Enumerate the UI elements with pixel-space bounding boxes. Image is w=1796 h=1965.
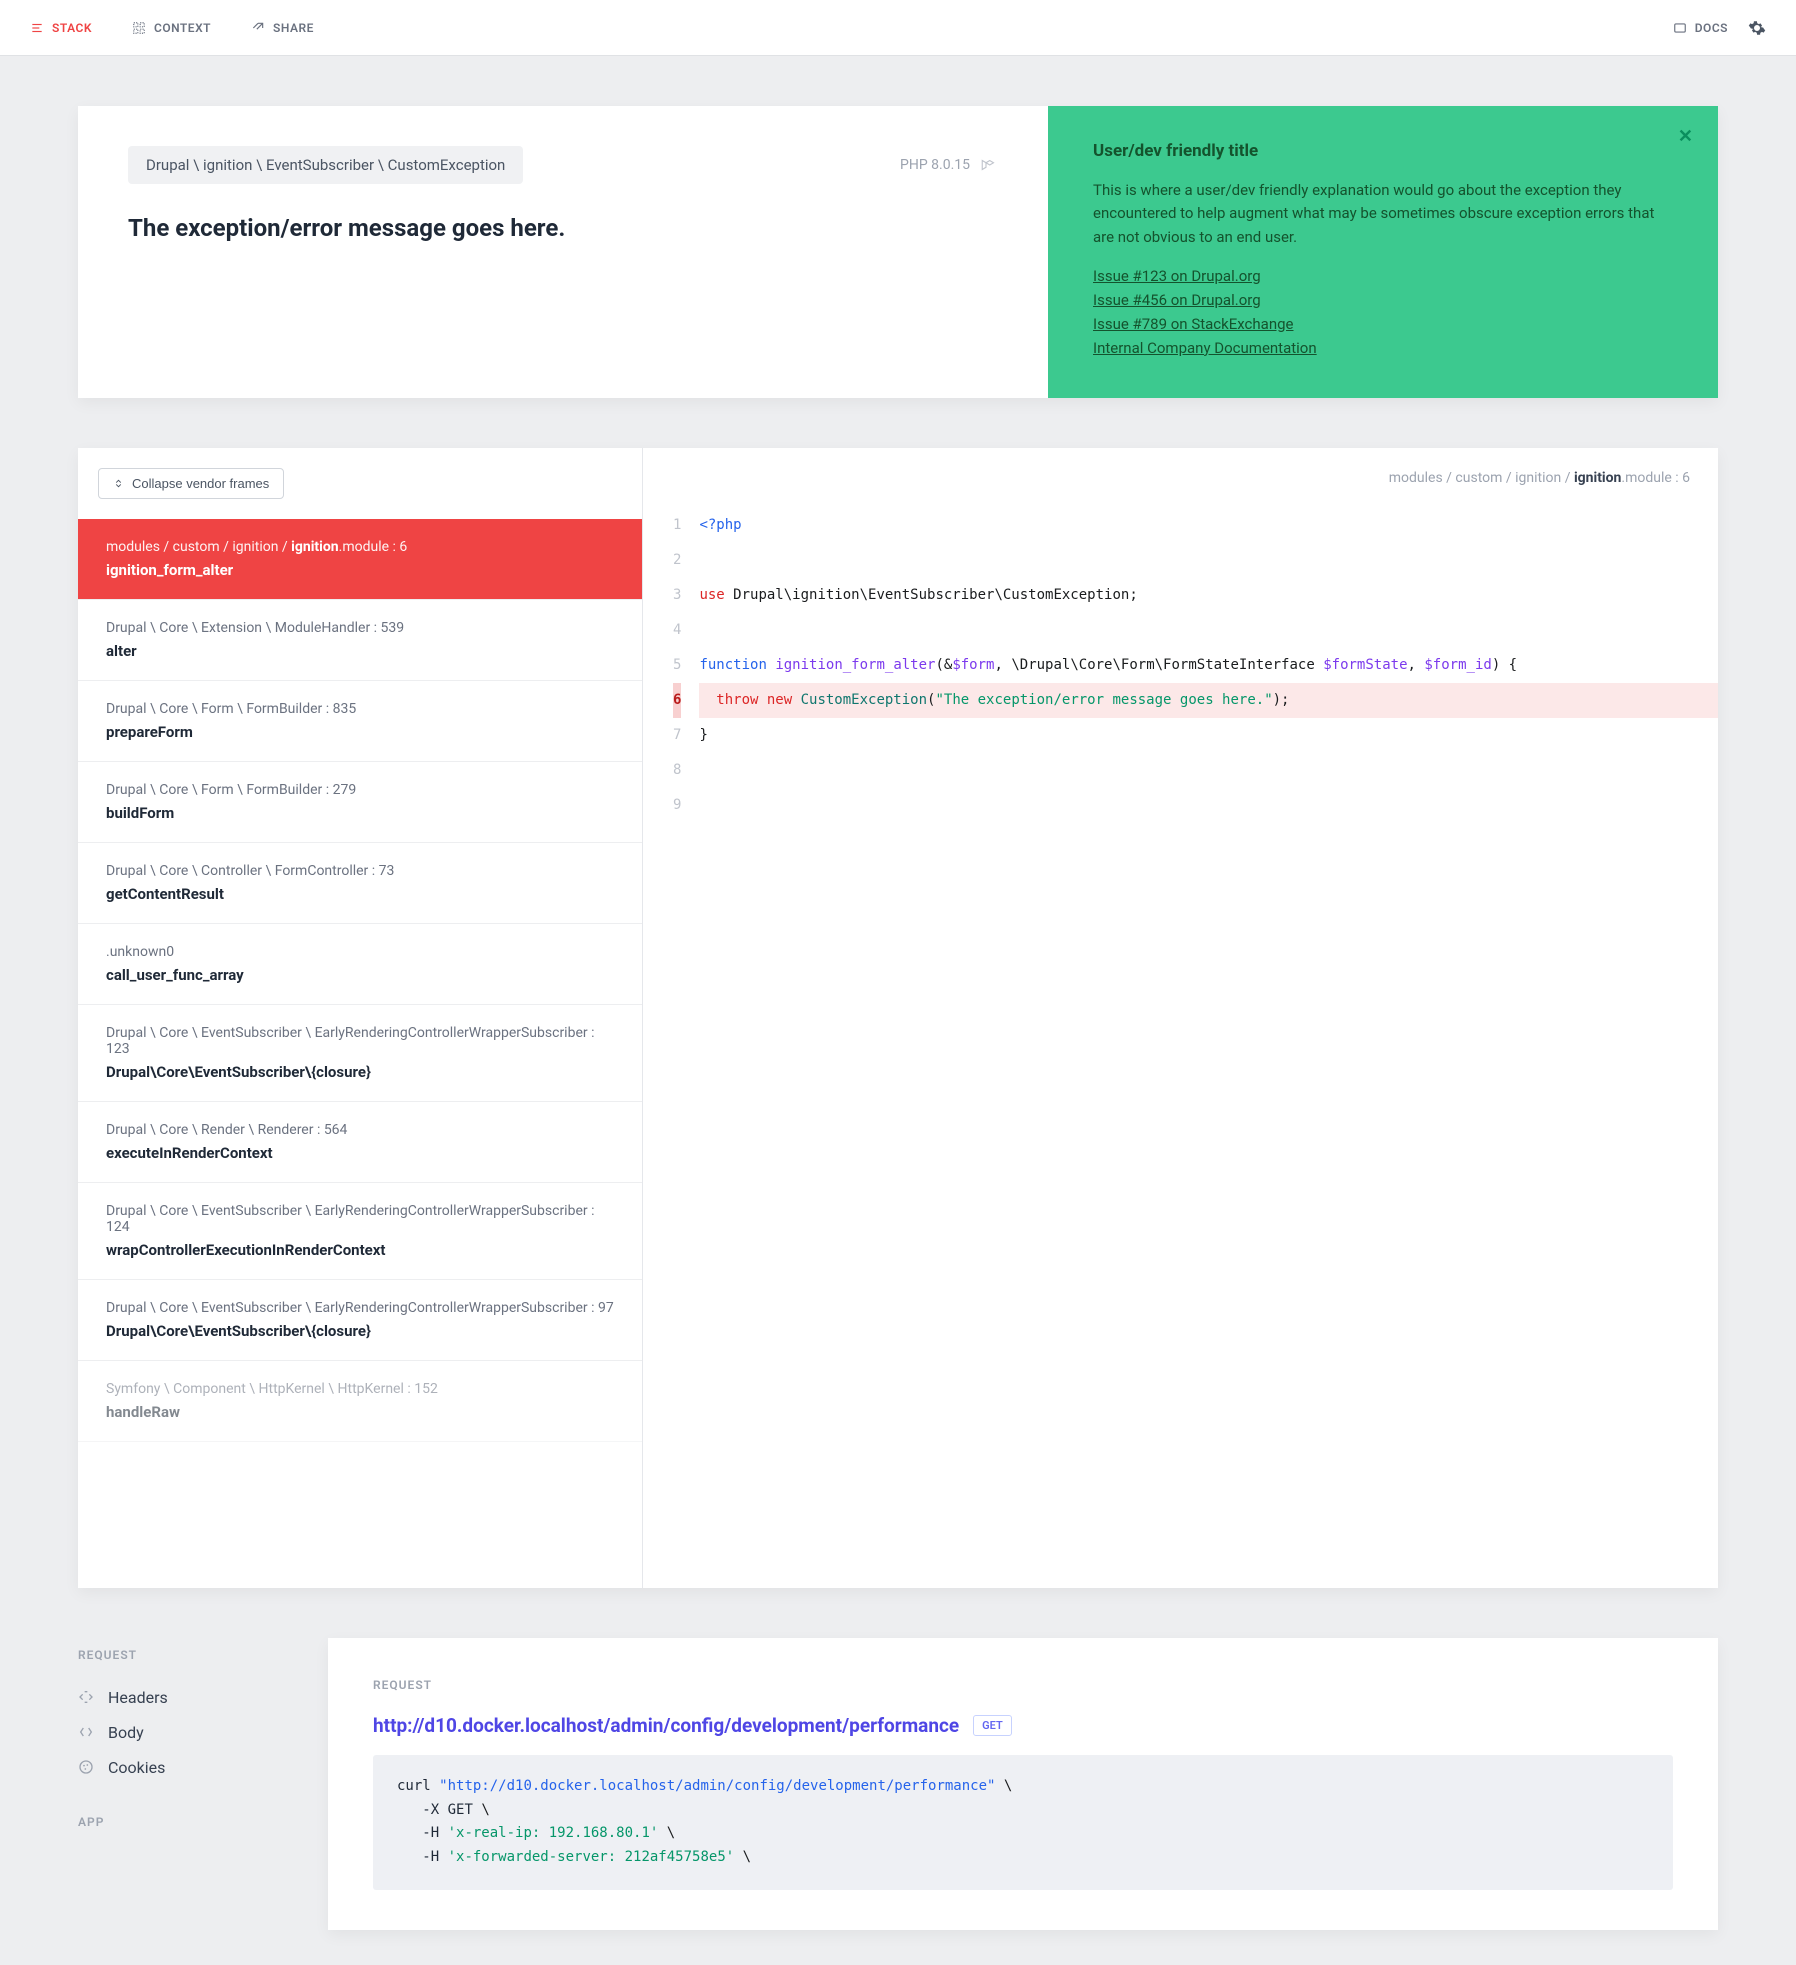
solution-title: User/dev friendly title (1093, 141, 1673, 161)
context-body: REQUEST http://d10.docker.localhost/admi… (328, 1638, 1718, 1930)
headers-icon (78, 1689, 94, 1705)
frame-function: Drupal\Core\EventSubscriber\{closure} (106, 1322, 614, 1340)
frames-list: Collapse vendor frames modules / custom … (78, 448, 643, 1588)
frame-function: call_user_func_array (106, 966, 614, 984)
frame-function: getContentResult (106, 885, 614, 903)
code-file-header: modules / custom / ignition / ignition.m… (643, 448, 1718, 508)
topbar: STACK CONTEXT SHARE DOCS (0, 0, 1796, 56)
exception-class: Drupal \ ignition \ EventSubscriber \ Cu… (128, 146, 523, 184)
collapse-label: Collapse vendor frames (132, 476, 269, 491)
context-nav: REQUEST Headers Body Cookies APP (78, 1638, 288, 1930)
stack-frame[interactable]: Drupal \ Core \ Controller \ FormControl… (78, 843, 642, 924)
stack-frame[interactable]: Drupal \ Core \ Form \ FormBuilder : 835… (78, 681, 642, 762)
code-area: modules / custom / ignition / ignition.m… (643, 448, 1718, 1588)
frame-function: handleRaw (106, 1403, 614, 1421)
stack-frame[interactable]: Drupal \ Core \ Render \ Renderer : 564 e… (78, 1102, 642, 1183)
laravel-icon (980, 156, 998, 174)
context-nav-body[interactable]: Body (78, 1715, 288, 1750)
frame-path: Drupal \ Core \ Render \ Renderer : 564 (106, 1122, 614, 1138)
cookies-icon (78, 1759, 94, 1775)
docs-icon (1673, 21, 1687, 35)
collapse-vendor-button[interactable]: Collapse vendor frames (98, 468, 284, 499)
frame-function: wrapControllerExecutionInRenderContext (106, 1241, 614, 1259)
stack-panel: Collapse vendor frames modules / custom … (78, 448, 1718, 1588)
share-icon (251, 21, 265, 35)
stack-frame[interactable]: modules / custom / ignition / ignition.m… (78, 519, 642, 600)
stack-frame[interactable]: Drupal \ Core \ EventSubscriber \ EarlyR… (78, 1183, 642, 1280)
context-nav-request-heading: REQUEST (78, 1648, 288, 1662)
context-nav-cookies[interactable]: Cookies (78, 1750, 288, 1785)
stack-frame[interactable]: Symfony \ Component \ HttpKernel \ HttpK… (78, 1361, 642, 1442)
frame-path: modules / custom / ignition / ignition.m… (106, 539, 614, 555)
frame-function: executeInRenderContext (106, 1144, 614, 1162)
close-icon[interactable]: ✕ (1678, 126, 1693, 147)
frame-path: Drupal \ Core \ EventSubscriber \ EarlyR… (106, 1300, 614, 1316)
frame-path: Drupal \ Core \ EventSubscriber \ EarlyR… (106, 1203, 614, 1235)
solution-link[interactable]: Issue #456 on Drupal.org (1093, 291, 1673, 309)
collapse-icon (113, 478, 124, 489)
solution-link[interactable]: Issue #123 on Drupal.org (1093, 267, 1673, 285)
request-url: http://d10.docker.localhost/admin/config… (373, 1714, 959, 1737)
nav-stack[interactable]: STACK (30, 21, 92, 35)
nav-docs-label: DOCS (1695, 21, 1728, 35)
nav-share-label: SHARE (273, 21, 314, 35)
frame-path: .unknown0 (106, 944, 614, 960)
frame-function: ignition_form_alter (106, 561, 614, 579)
stack-frame[interactable]: .unknown0 call_user_func_array (78, 924, 642, 1005)
code-gutter: 123456789 (643, 508, 699, 823)
php-version: PHP 8.0.15 (900, 156, 998, 174)
stack-frame[interactable]: Drupal \ Core \ EventSubscriber \ EarlyR… (78, 1005, 642, 1102)
frame-path: Drupal \ Core \ Extension \ ModuleHandle… (106, 620, 614, 636)
nav-context[interactable]: CONTEXT (132, 21, 211, 35)
hero-panel: PHP 8.0.15 Drupal \ ignition \ EventSubs… (78, 106, 1718, 398)
nav-share[interactable]: SHARE (251, 21, 314, 35)
frame-function: Drupal\Core\EventSubscriber\{closure} (106, 1063, 614, 1081)
body-icon (78, 1724, 94, 1740)
solution-panel: ✕ User/dev friendly title This is where … (1048, 106, 1718, 398)
frame-path: Drupal \ Core \ Controller \ FormControl… (106, 863, 614, 879)
frame-function: alter (106, 642, 614, 660)
solution-link[interactable]: Issue #789 on StackExchange (1093, 315, 1673, 333)
stack-icon (30, 21, 44, 35)
context-nav-headers[interactable]: Headers (78, 1680, 288, 1715)
context-section: REQUEST Headers Body Cookies APP REQUEST… (78, 1638, 1718, 1930)
curl-command: curl "http://d10.docker.localhost/admin/… (373, 1755, 1673, 1890)
nav-context-label: CONTEXT (154, 21, 211, 35)
http-method-badge: GET (973, 1715, 1012, 1736)
stack-frame[interactable]: Drupal \ Core \ Extension \ ModuleHandle… (78, 600, 642, 681)
frame-function: buildForm (106, 804, 614, 822)
code-lines: <?php use Drupal\ignition\EventSubscribe… (699, 508, 1718, 823)
context-section-heading: REQUEST (373, 1678, 1673, 1692)
gear-icon[interactable] (1748, 19, 1766, 37)
context-nav-app-heading: APP (78, 1815, 288, 1829)
frame-path: Drupal \ Core \ Form \ FormBuilder : 835 (106, 701, 614, 717)
frame-path: Drupal \ Core \ Form \ FormBuilder : 279 (106, 782, 614, 798)
error-message: The exception/error message goes here. (128, 214, 998, 242)
context-icon (132, 21, 146, 35)
solution-body: This is where a user/dev friendly explan… (1093, 179, 1673, 249)
nav-stack-label: STACK (52, 21, 92, 35)
stack-frame[interactable]: Drupal \ Core \ EventSubscriber \ EarlyR… (78, 1280, 642, 1361)
frame-path: Drupal \ Core \ EventSubscriber \ EarlyR… (106, 1025, 614, 1057)
nav-docs[interactable]: DOCS (1673, 21, 1728, 35)
stack-frame[interactable]: Drupal \ Core \ Form \ FormBuilder : 279… (78, 762, 642, 843)
frame-path: Symfony \ Component \ HttpKernel \ HttpK… (106, 1381, 614, 1397)
solution-link[interactable]: Internal Company Documentation (1093, 339, 1673, 357)
frame-function: prepareForm (106, 723, 614, 741)
